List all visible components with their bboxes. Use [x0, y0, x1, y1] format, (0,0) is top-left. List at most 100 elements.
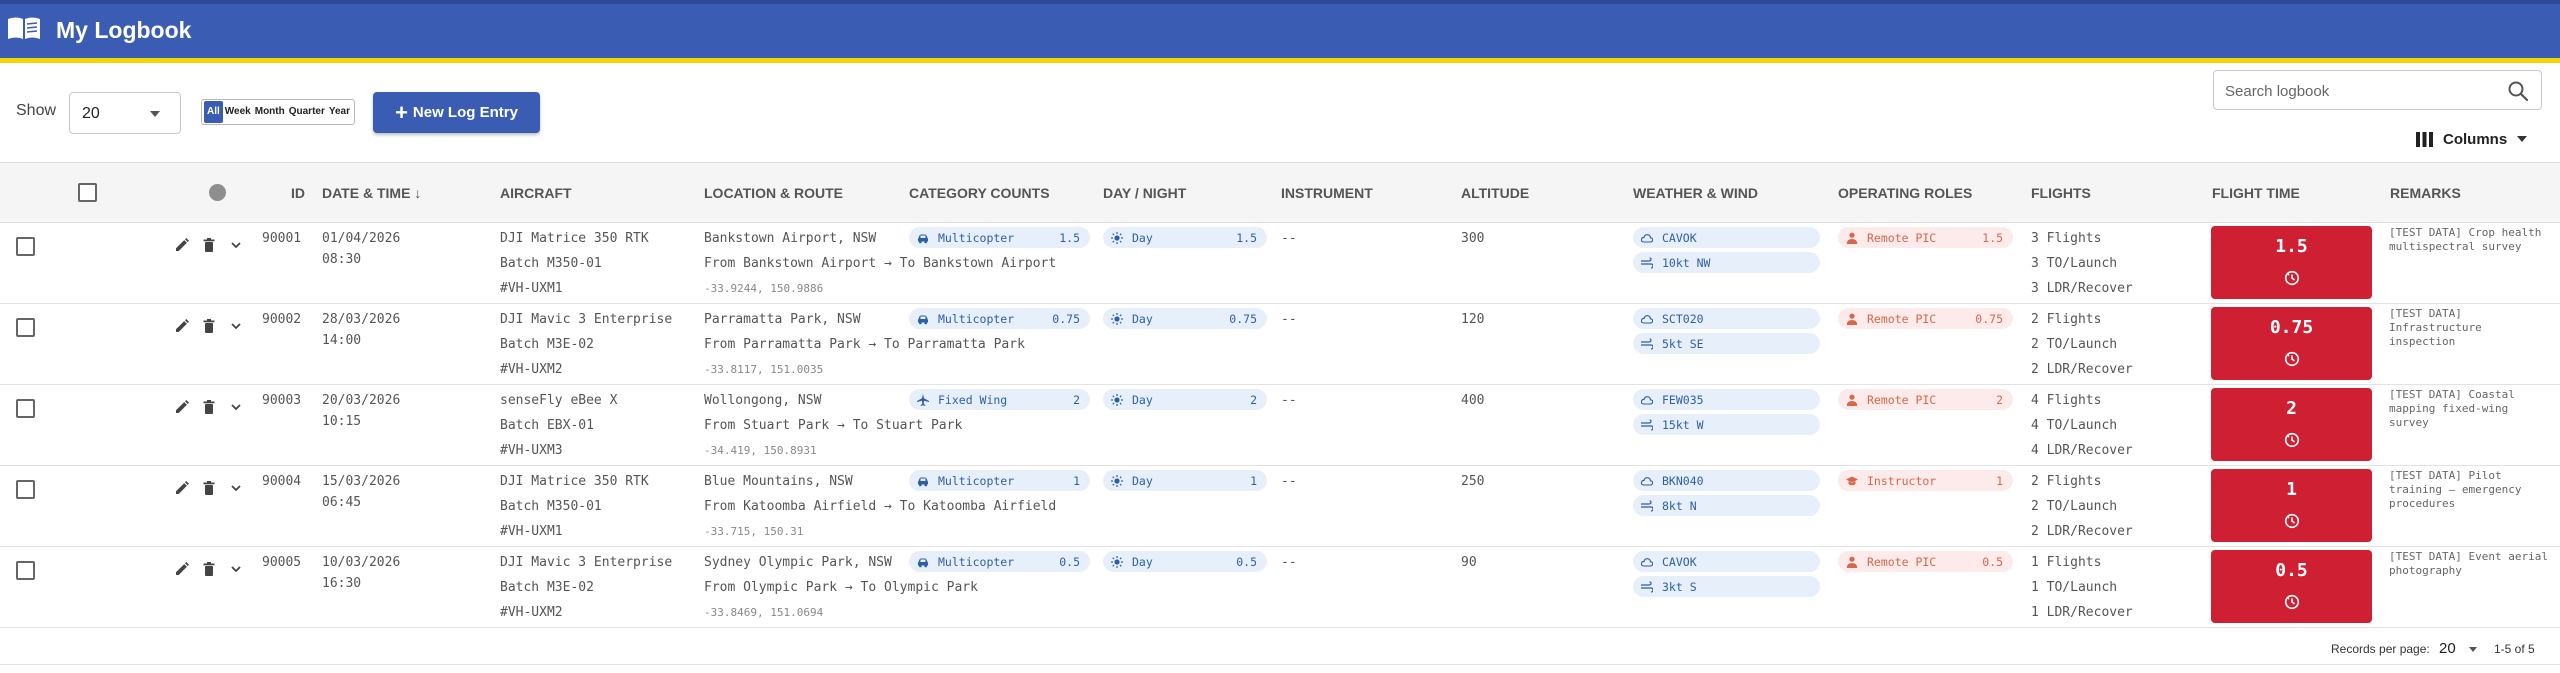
timer-icon — [2284, 594, 2300, 610]
daynight-label: Day — [1132, 473, 1153, 488]
header-top-edge — [0, 0, 2560, 4]
wind-icon — [1641, 337, 1653, 350]
flights-count: 2 Flights — [2031, 312, 2102, 327]
entry-time: 10:15 — [322, 414, 362, 429]
show-count-value: 20 — [82, 105, 100, 122]
row-checkbox[interactable] — [16, 561, 35, 580]
columns-label: Columns — [2443, 130, 2508, 148]
header-datetime-label: DATE & TIME — [322, 185, 411, 201]
role-value: 0.5 — [1982, 554, 2003, 569]
chevron-down-icon[interactable] — [2469, 647, 2477, 652]
new-log-entry-button[interactable]: + New Log Entry — [373, 92, 540, 133]
period-quarter[interactable]: Quarter — [287, 102, 327, 122]
flight-time-value: 1 — [2286, 479, 2297, 500]
car-icon — [917, 556, 929, 568]
edit-icon[interactable] — [175, 238, 189, 252]
sun-icon — [1111, 231, 1123, 244]
delete-icon[interactable] — [202, 562, 216, 576]
location-coordinates: -34.419, 150.8931 — [704, 444, 817, 457]
cloud-icon — [1641, 233, 1653, 243]
chevron-down-icon[interactable] — [229, 238, 243, 252]
row-checkbox[interactable] — [16, 318, 35, 337]
remarks-text: [TEST DATA] Crop health multispectral su… — [2389, 226, 2542, 253]
category-chip: Multicopter 1.5 — [909, 227, 1090, 248]
timer-icon — [2284, 351, 2300, 367]
columns-button[interactable]: Columns — [2416, 126, 2528, 152]
entry-id: 90004 — [262, 474, 302, 489]
role-name: Remote PIC — [1867, 311, 1937, 326]
search-icon[interactable] — [2507, 80, 2529, 102]
instrument-value: -- — [1281, 474, 1297, 489]
table-row: 90004 15/03/2026 06:45 DJI Matrice 350 R… — [0, 466, 2560, 547]
row-checkbox[interactable] — [16, 399, 35, 418]
chevron-down-icon[interactable] — [229, 562, 243, 576]
wind-value: 15kt W — [1662, 417, 1704, 432]
weather-chip: CAVOK — [1633, 227, 1820, 248]
header-flight-time[interactable]: FLIGHT TIME — [2212, 185, 2300, 201]
status-dot-icon — [209, 184, 226, 201]
role-name: Remote PIC — [1867, 392, 1937, 407]
remarks-text: [TEST DATA] Infrastructure inspection — [2389, 307, 2482, 348]
entry-time: 08:30 — [322, 252, 362, 267]
flight-time-box[interactable]: 0.5 — [2211, 550, 2372, 623]
daynight-value: 1 — [1250, 473, 1257, 488]
header-flights[interactable]: FLIGHTS — [2031, 185, 2091, 201]
delete-icon[interactable] — [202, 400, 216, 414]
search-input[interactable] — [2225, 80, 2495, 102]
entry-time: 16:30 — [322, 576, 362, 591]
location-name: Parramatta Park, NSW — [704, 312, 861, 327]
period-year[interactable]: Year — [327, 102, 352, 122]
flight-time-box[interactable]: 1.5 — [2211, 226, 2372, 299]
header-id[interactable]: ID — [291, 185, 305, 201]
period-toggle: All Week Month Quarter Year — [201, 99, 355, 125]
wind-value: 3kt S — [1662, 579, 1697, 594]
header-roles[interactable]: OPERATING ROLES — [1838, 185, 1972, 201]
header-category[interactable]: CATEGORY COUNTS — [909, 185, 1050, 201]
chevron-down-icon[interactable] — [229, 319, 243, 333]
flight-time-box[interactable]: 2 — [2211, 388, 2372, 461]
header-datetime[interactable]: DATE & TIME ↓ — [322, 185, 421, 201]
period-all[interactable]: All — [204, 101, 223, 123]
period-week[interactable]: Week — [223, 102, 253, 122]
search-box[interactable] — [2213, 70, 2542, 110]
header-daynight[interactable]: DAY / NIGHT — [1103, 185, 1186, 201]
header-altitude[interactable]: ALTITUDE — [1461, 185, 1529, 201]
wind-icon — [1641, 418, 1653, 431]
location-coordinates: -33.715, 150.31 — [704, 525, 804, 538]
row-checkbox[interactable] — [16, 480, 35, 499]
timer-icon — [2284, 432, 2300, 448]
edit-icon[interactable] — [175, 562, 189, 576]
header-remarks[interactable]: REMARKS — [2390, 185, 2461, 201]
edit-icon[interactable] — [175, 319, 189, 333]
delete-icon[interactable] — [202, 319, 216, 333]
records-per-page-select[interactable]: 20 — [2439, 640, 2456, 657]
edit-icon[interactable] — [175, 400, 189, 414]
chevron-down-icon[interactable] — [229, 481, 243, 495]
flight-time-box[interactable]: 0.75 — [2211, 307, 2372, 380]
row-checkbox[interactable] — [16, 237, 35, 256]
takeoff-launch-count: 2 TO/Launch — [2031, 499, 2118, 514]
period-month[interactable]: Month — [253, 102, 287, 122]
role-name: Remote PIC — [1867, 554, 1937, 569]
daynight-chip: Day 1.5 — [1103, 227, 1267, 248]
chevron-down-icon[interactable] — [229, 400, 243, 414]
header-weather[interactable]: WEATHER & WIND — [1633, 185, 1758, 201]
flight-time-box[interactable]: 1 — [2211, 469, 2372, 542]
select-all-checkbox[interactable] — [78, 183, 97, 202]
show-label: Show — [16, 102, 57, 119]
table-row: 90002 28/03/2026 14:00 DJI Mavic 3 Enter… — [0, 304, 2560, 385]
entry-date: 01/04/2026 — [322, 231, 401, 246]
person-icon — [1846, 394, 1858, 406]
delete-icon[interactable] — [202, 238, 216, 252]
location-name: Bankstown Airport, NSW — [704, 231, 877, 246]
header-aircraft[interactable]: AIRCRAFT — [500, 185, 572, 201]
header-location[interactable]: LOCATION & ROUTE — [704, 185, 843, 201]
new-log-entry-label: New Log Entry — [412, 104, 518, 121]
delete-icon[interactable] — [202, 481, 216, 495]
category-chip: Multicopter 1 — [909, 470, 1090, 491]
aircraft-batch: Batch M3E-02 — [500, 580, 594, 595]
table-row: 90003 20/03/2026 10:15 senseFly eBee X B… — [0, 385, 2560, 466]
show-count-select[interactable]: 20 — [69, 92, 181, 134]
header-instrument[interactable]: INSTRUMENT — [1281, 185, 1373, 201]
edit-icon[interactable] — [175, 481, 189, 495]
